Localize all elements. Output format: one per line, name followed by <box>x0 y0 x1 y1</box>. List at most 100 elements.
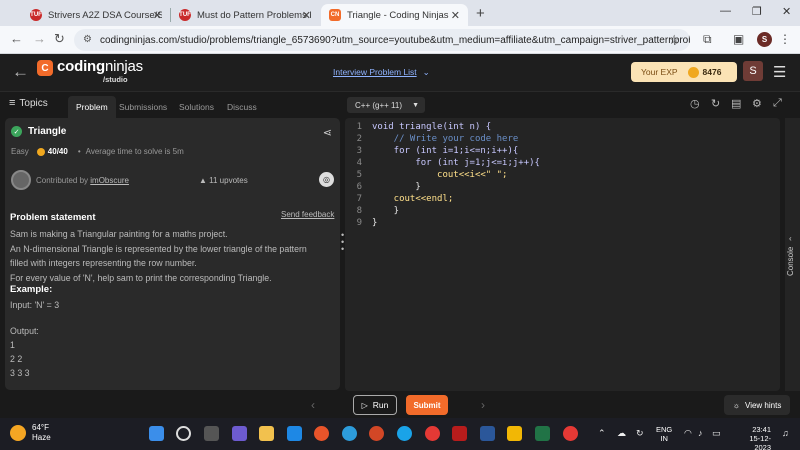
language-select[interactable]: C++ (g++ 11) ▼ <box>347 97 425 113</box>
console-label[interactable]: Console <box>786 247 795 276</box>
tab-solutions[interactable]: Solutions <box>171 96 222 118</box>
chevron-up-icon[interactable]: ⌃ <box>598 428 606 439</box>
statement-line: Sam is making a Triangular painting for … <box>10 229 228 239</box>
coding-ninjas-logo-icon[interactable]: C <box>37 60 53 76</box>
mcafee-icon[interactable] <box>452 426 467 441</box>
tab-discuss[interactable]: Discuss <box>219 96 265 118</box>
topics-button[interactable]: ≡ Topics <box>9 97 48 109</box>
contributor-link[interactable]: imObscure <box>90 176 129 185</box>
sync-icon[interactable]: ↻ <box>636 428 644 439</box>
back-arrow-icon[interactable]: ← <box>12 62 29 82</box>
volume-icon[interactable]: ♪ <box>698 428 703 438</box>
weather-widget[interactable]: 64°F Haze <box>10 423 51 443</box>
clock-date: 15-12-2023 <box>749 434 771 450</box>
cloud-icon[interactable]: ☁ <box>617 428 626 439</box>
browser-tab-pattern-problems[interactable]: TUF Must do Pattern Problems befo ✕ <box>171 4 319 26</box>
extensions-icon[interactable]: ⧉ <box>703 32 712 47</box>
hamburger-menu-icon[interactable]: ☰ <box>773 63 786 81</box>
wifi-icon[interactable]: ◠ <box>684 428 692 439</box>
edge-icon[interactable] <box>397 426 412 441</box>
app-icon[interactable] <box>287 426 302 441</box>
notes-icon[interactable]: ▤ <box>731 97 741 110</box>
reset-icon[interactable]: ↻ <box>711 97 720 110</box>
interview-problem-list-link[interactable]: Interview Problem List ⌄ <box>333 67 430 78</box>
chevron-left-icon[interactable]: ‹ <box>789 234 792 243</box>
example-output-line: 1 <box>10 340 15 350</box>
bookmark-star-icon[interactable]: ☆ <box>668 32 680 48</box>
browser-toolbar: ← → ↻ ⚙ codingninjas.com/studio/problems… <box>0 26 800 54</box>
browser-tab-bar: TUF Strivers A2Z DSA Course/Sheet ✕ TUF … <box>0 0 800 26</box>
code-line: for (int j=1;j<=i;j++){ <box>372 158 540 168</box>
more-menu-icon[interactable]: ⋮ <box>779 32 791 46</box>
reload-icon[interactable]: ↻ <box>54 31 65 47</box>
run-button[interactable]: ▷ Run <box>353 395 397 415</box>
share-icon[interactable]: ⋖ <box>323 126 332 139</box>
line-number: 8 <box>356 206 362 216</box>
code-line: } <box>372 182 421 192</box>
coin-icon <box>36 147 45 156</box>
language-indicator[interactable]: ENG IN <box>656 425 672 443</box>
close-tab-icon[interactable]: ✕ <box>153 9 162 22</box>
file-explorer-icon[interactable] <box>259 426 274 441</box>
brain-icon[interactable]: ◎ <box>319 172 334 187</box>
notification-bell-icon[interactable]: ♫ <box>782 428 789 438</box>
search-icon[interactable] <box>176 426 191 441</box>
clock[interactable]: 23:41 15-12-2023 <box>733 425 771 450</box>
battery-icon[interactable]: ▭ <box>712 428 721 439</box>
browser-tab-striver-sheet[interactable]: TUF Strivers A2Z DSA Course/Sheet ✕ <box>22 4 170 26</box>
firefox-icon[interactable] <box>314 426 329 441</box>
chrome-icon[interactable] <box>425 426 440 441</box>
close-tab-icon[interactable]: ✕ <box>451 9 460 22</box>
user-avatar[interactable]: S <box>743 61 763 81</box>
tab-title: Strivers A2Z DSA Course/Sheet <box>48 9 162 21</box>
word-icon[interactable] <box>480 426 495 441</box>
coin-icon <box>687 66 699 78</box>
forward-icon[interactable]: → <box>33 31 46 46</box>
panel-resize-handle[interactable]: • • • <box>341 231 344 254</box>
topics-label: Topics <box>19 98 48 109</box>
close-window-icon[interactable]: ✕ <box>782 5 791 18</box>
problem-statement-heading: Problem statement <box>10 212 96 223</box>
send-feedback-link[interactable]: Send feedback <box>281 210 334 219</box>
timer-icon[interactable]: ◷ <box>690 97 700 110</box>
close-tab-icon[interactable]: ✕ <box>302 9 311 22</box>
line-number: 9 <box>356 218 362 228</box>
tab-submissions[interactable]: Submissions <box>111 96 175 118</box>
app-icon[interactable] <box>342 426 357 441</box>
powerpoint-icon[interactable] <box>369 426 384 441</box>
brand-name[interactable]: codingninjas <box>57 58 143 75</box>
tab-problem[interactable]: Problem <box>68 96 116 118</box>
weather-desc: Haze <box>32 433 51 442</box>
exp-badge[interactable]: Your EXP 8476 <box>631 62 737 82</box>
tuf-favicon-icon: TUF <box>179 9 191 21</box>
task-view-icon[interactable] <box>204 426 219 441</box>
exp-value: 8476 <box>702 67 722 77</box>
new-tab-icon[interactable]: + <box>476 5 485 22</box>
folder-icon[interactable] <box>507 426 522 441</box>
code-line: // Write your code here <box>372 134 519 144</box>
settings-gear-icon[interactable]: ⚙ <box>752 97 762 110</box>
site-settings-icon[interactable]: ⚙ <box>83 34 92 45</box>
browser-profile-avatar[interactable]: S <box>757 32 772 47</box>
back-icon[interactable]: ← <box>10 31 23 46</box>
statement-line: For every value of 'N', help sam to prin… <box>10 272 272 283</box>
excel-icon[interactable] <box>535 426 550 441</box>
restore-icon[interactable]: ❐ <box>752 5 762 18</box>
chrome-icon[interactable] <box>563 426 578 441</box>
line-number: 2 <box>356 134 362 144</box>
next-problem-icon[interactable]: › <box>481 398 485 412</box>
teams-chat-icon[interactable] <box>232 426 247 441</box>
fullscreen-icon[interactable]: ⤢ <box>773 97 782 110</box>
previous-problem-icon[interactable]: ‹ <box>311 398 315 412</box>
upvote-button[interactable]: ▲ 11 upvotes <box>199 176 248 185</box>
line-number: 7 <box>356 194 362 204</box>
minimize-icon[interactable]: — <box>720 5 731 17</box>
side-panel-icon[interactable]: ▣ <box>733 32 744 46</box>
view-hints-button[interactable]: ☼ View hints <box>724 395 790 415</box>
submit-button[interactable]: Submit <box>406 395 448 415</box>
code-editor[interactable]: 1 2 3 4 5 6 7 8 9 void triangle(int n) {… <box>345 118 780 391</box>
address-bar[interactable]: ⚙ codingninjas.com/studio/problems/trian… <box>74 29 690 51</box>
windows-start-icon[interactable] <box>149 426 164 441</box>
browser-tab-triangle[interactable]: CN Triangle - Coding Ninjas ✕ <box>321 4 468 26</box>
bullet-icon: • <box>77 147 81 156</box>
